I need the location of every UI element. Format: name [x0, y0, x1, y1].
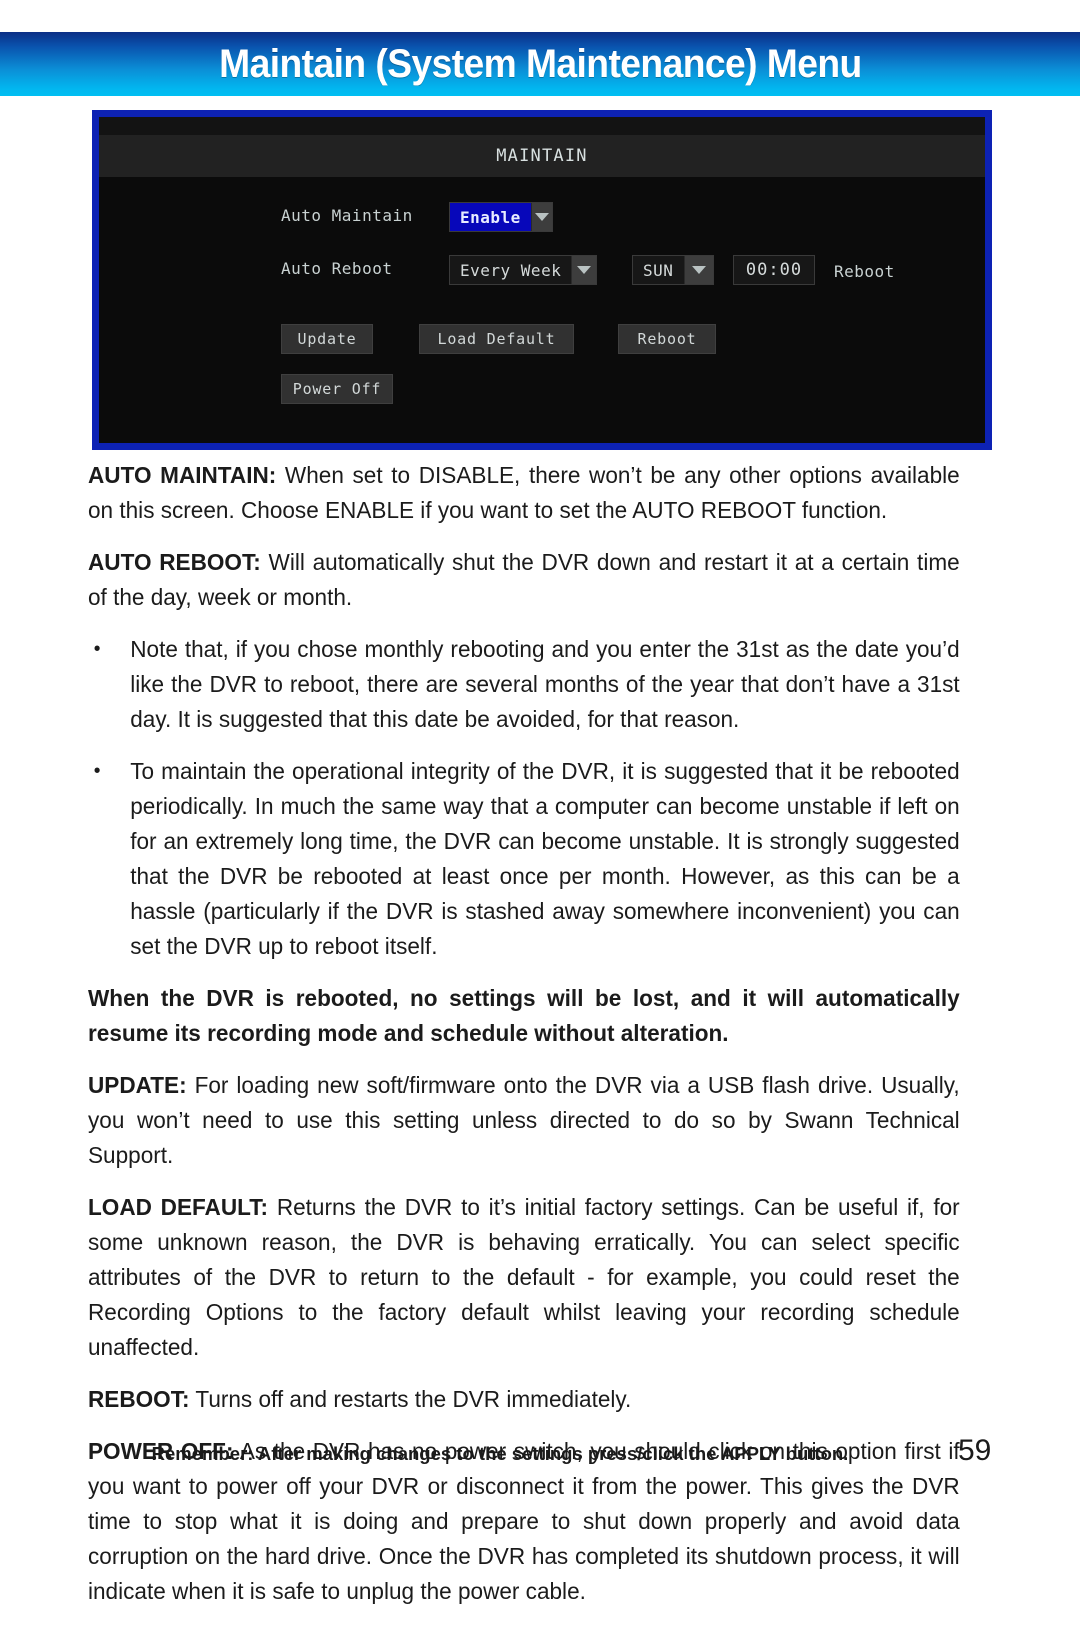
paragraph-update: UPDATE: For loading new soft/firmware on… — [88, 1068, 960, 1173]
chevron-down-icon[interactable] — [571, 256, 596, 284]
chevron-down-icon[interactable] — [530, 203, 552, 231]
bullet-monthly-reboot-text: Note that, if you chose monthly rebootin… — [130, 636, 960, 732]
dvr-menu-body: Auto Maintain Enable Auto Reboot Every W… — [99, 177, 985, 443]
paragraph-auto-reboot-lead: AUTO REBOOT: — [88, 549, 261, 575]
bullet-operational-integrity-text: To maintain the operational integrity of… — [130, 758, 960, 959]
auto-reboot-day-value: SUN — [643, 260, 674, 280]
auto-maintain-value: Enable — [450, 203, 531, 231]
list-item: • Note that, if you chose monthly reboot… — [88, 632, 960, 737]
list-item: • To maintain the operational integrity … — [88, 754, 960, 964]
bullet-marker: • — [93, 638, 101, 660]
auto-reboot-trailing-label: Reboot — [834, 262, 895, 281]
paragraph-update-lead: UPDATE: — [88, 1072, 187, 1098]
chevron-down-icon[interactable] — [684, 256, 713, 284]
paragraph-auto-maintain: AUTO MAINTAIN: When set to DISABLE, ther… — [88, 458, 960, 528]
auto-maintain-label: Auto Maintain — [281, 206, 413, 225]
footer-remember-note: Remember: After making changes to the se… — [151, 1443, 849, 1464]
auto-maintain-dropdown[interactable]: Enable — [449, 202, 553, 232]
paragraph-reboot-text: Turns off and restarts the DVR immediate… — [189, 1386, 632, 1412]
paragraph-auto-maintain-lead: AUTO MAINTAIN: — [88, 462, 277, 488]
load-default-button[interactable]: Load Default — [419, 324, 574, 354]
reboot-button[interactable]: Reboot — [618, 324, 716, 354]
dvr-maintain-screenshot: MAINTAIN Auto Maintain Enable Auto Reboo… — [92, 110, 992, 450]
paragraph-reboot: REBOOT: Turns off and restarts the DVR i… — [88, 1382, 960, 1417]
paragraph-bold-note: When the DVR is rebooted, no settings wi… — [88, 985, 960, 1046]
auto-reboot-time-field[interactable]: 00:00 — [733, 255, 815, 285]
dvr-top-strip — [99, 117, 985, 135]
power-off-button[interactable]: Power Off — [281, 374, 393, 404]
bullet-marker: • — [93, 760, 101, 782]
paragraph-auto-reboot: AUTO REBOOT: Will automatically shut the… — [88, 545, 960, 615]
page-title: Maintain (System Maintenance) Menu — [218, 41, 862, 86]
auto-reboot-cycle-dropdown[interactable]: Every Week — [449, 255, 597, 285]
dvr-screen: MAINTAIN Auto Maintain Enable Auto Reboo… — [99, 117, 985, 443]
paragraph-load-default-lead: LOAD DEFAULT: — [88, 1194, 269, 1220]
paragraph-update-text: For loading new soft/firmware onto the D… — [88, 1072, 960, 1168]
update-button[interactable]: Update — [281, 324, 373, 354]
paragraph-reboot-lead: REBOOT: — [88, 1386, 190, 1412]
dvr-menu-title: MAINTAIN — [496, 146, 588, 166]
paragraph-load-default: LOAD DEFAULT: Returns the DVR to it’s in… — [88, 1190, 960, 1365]
dvr-titlebar: MAINTAIN — [99, 135, 985, 177]
page-header-banner: Maintain (System Maintenance) Menu — [0, 32, 1080, 96]
auto-reboot-day-dropdown[interactable]: SUN — [632, 255, 714, 285]
page-number: 59 — [958, 1434, 992, 1467]
auto-reboot-label: Auto Reboot — [281, 259, 393, 278]
auto-reboot-cycle-value: Every Week — [460, 260, 562, 280]
